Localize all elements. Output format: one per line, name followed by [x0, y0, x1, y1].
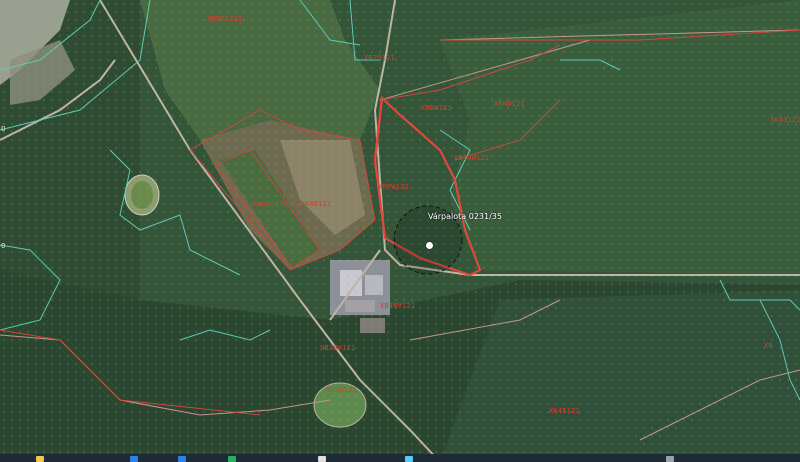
document-icon[interactable] — [318, 456, 326, 462]
parcel-label: XB1BV121 — [380, 302, 416, 310]
network-icon[interactable] — [666, 456, 674, 462]
parcel-label: XB1NW121 — [454, 154, 490, 162]
parcel-label: XB2BV121 — [320, 344, 356, 352]
parcel-label: XWK48121 — [253, 200, 289, 208]
parcel-label: XXK48121 — [296, 200, 332, 208]
browser-icon[interactable] — [178, 456, 186, 462]
parcel-label: XRSW121 — [326, 386, 357, 394]
location-label: Várpalota 0231/35 — [428, 212, 502, 221]
location-marker[interactable] — [425, 241, 434, 250]
taskbar — [0, 454, 800, 462]
parcel-label: XR29121 — [364, 54, 395, 62]
parcel-label: XRPK8121 — [207, 15, 243, 23]
edge-mark: 0 — [1, 242, 6, 250]
map-icon[interactable] — [405, 456, 413, 462]
parcel-label: XK43121 — [770, 116, 800, 124]
edge-mark: 0 — [1, 125, 6, 133]
parcel-label: XRBW121 — [421, 104, 452, 112]
parcel-label: XRPW121 — [378, 183, 409, 191]
map-view[interactable]: Várpalota 0231/35 XRPK8121 XR29121 XRBW1… — [0, 0, 800, 462]
file-explorer-icon[interactable] — [130, 456, 138, 462]
satellite-imagery — [0, 0, 800, 462]
app-icon[interactable] — [228, 456, 236, 462]
start-icon[interactable] — [36, 456, 44, 462]
parcel-label: XRNW121 — [494, 100, 525, 108]
parcel-label: XR — [764, 342, 773, 350]
parcel-label: XK45121 — [549, 407, 580, 415]
